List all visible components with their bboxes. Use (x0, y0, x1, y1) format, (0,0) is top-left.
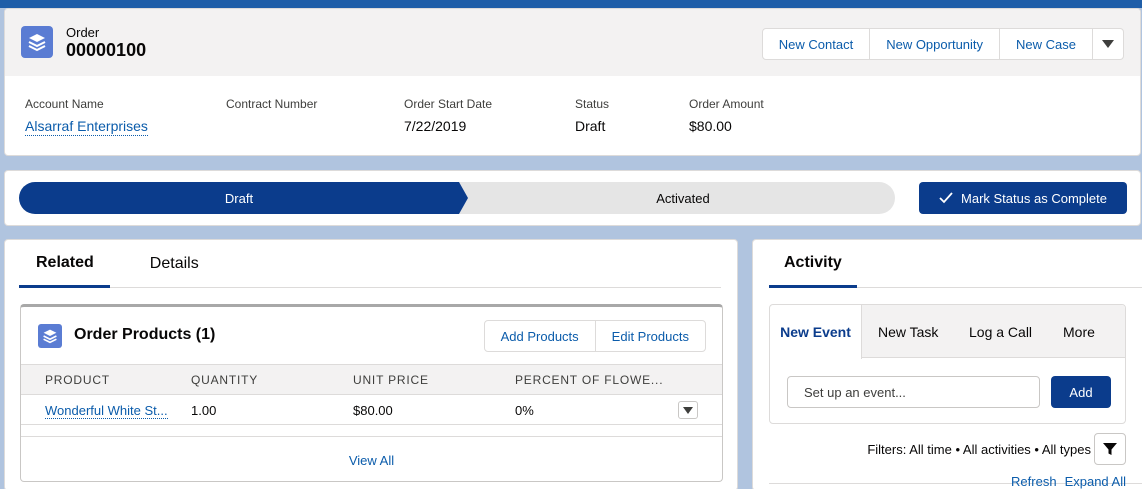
field-value: $80.00 (689, 118, 732, 134)
filter-icon (1103, 443, 1117, 455)
field-label: Order Start Date (404, 97, 493, 111)
record-title: 00000100 (66, 40, 147, 60)
add-event-button[interactable]: Add (1051, 376, 1111, 408)
field-contract-number: Contract Number (226, 97, 317, 118)
quantity-cell: 1.00 (191, 403, 217, 418)
account-name-link[interactable]: Alsarraf Enterprises (25, 118, 148, 136)
product-link[interactable]: Wonderful White St... (45, 403, 168, 419)
related-list-title[interactable]: Order Products (1) (74, 326, 215, 344)
activity-links: Refresh Expand All (1011, 474, 1126, 489)
column-header-product: Product (45, 373, 110, 387)
status-path: Draft Activated (19, 182, 895, 214)
order-object-icon (21, 26, 53, 58)
field-order-start-date: Order Start Date 7/22/2019 (404, 97, 492, 134)
order-products-icon (38, 324, 62, 348)
percent-cell: 0% (515, 403, 534, 418)
order-products-related-list: Order Products (1) Add Products Edit Pro… (20, 304, 723, 482)
table-row: Wonderful White St... 1.00 $80.00 0% (21, 395, 722, 425)
field-label: Status (575, 97, 610, 111)
column-header-percent: Percent of Flowe... (515, 373, 664, 387)
highlights-panel: Order 00000100 New Contact New Opportuni… (4, 8, 1141, 156)
tab-new-event[interactable]: New Event (770, 305, 862, 359)
activity-card: Activity New Event New Task Log a Call M… (752, 239, 1142, 489)
composer-tabs: New Event New Task Log a Call More (770, 305, 1125, 359)
field-value: Draft (575, 118, 606, 134)
refresh-link[interactable]: Refresh (1011, 474, 1057, 489)
field-label: Account Name (25, 97, 104, 111)
new-case-button[interactable]: New Case (999, 28, 1093, 60)
tab-new-task[interactable]: New Task (878, 305, 938, 358)
activity-composer: New Event New Task Log a Call More Set u… (769, 304, 1126, 424)
related-details-card: Related Details Order Products (1) Add P… (4, 239, 738, 489)
tab-more[interactable]: More (1063, 305, 1095, 358)
field-order-amount: Order Amount $80.00 (689, 97, 764, 134)
field-account-name: Account Name Alsarraf Enterprises (25, 97, 148, 136)
mark-status-label: Mark Status as Complete (961, 190, 1107, 206)
column-header-unit-price: Unit Price (353, 373, 429, 387)
tab-related[interactable]: Related (19, 240, 110, 288)
column-header-quantity: Quantity (191, 373, 259, 387)
field-value: 7/22/2019 (404, 118, 467, 134)
field-status: Status Draft (575, 97, 609, 134)
expand-all-link[interactable]: Expand All (1065, 474, 1126, 489)
record-tabs: Related Details (19, 240, 721, 288)
field-label: Order Amount (689, 97, 764, 111)
tab-activity[interactable]: Activity (769, 240, 857, 288)
new-opportunity-button[interactable]: New Opportunity (869, 28, 1001, 60)
edit-products-button[interactable]: Edit Products (594, 320, 706, 352)
filter-button[interactable] (1094, 433, 1126, 465)
view-all-link[interactable]: View All (21, 453, 722, 468)
chevron-down-icon (683, 406, 693, 414)
path-stage-activated[interactable]: Activated (459, 182, 895, 214)
chevron-down-icon (1102, 40, 1114, 48)
tab-log-a-call[interactable]: Log a Call (969, 305, 1032, 358)
row-actions-button[interactable] (678, 401, 698, 419)
tab-details[interactable]: Details (134, 240, 215, 288)
status-path-card: Draft Activated Mark Status as Complete (4, 170, 1141, 226)
path-stage-draft[interactable]: Draft (19, 182, 468, 214)
header-action-buttons: New Contact New Opportunity New Case (761, 28, 1124, 60)
record-header: Order 00000100 New Contact New Opportuni… (5, 9, 1140, 76)
unit-price-cell: $80.00 (353, 403, 393, 418)
activity-tabs: Activity (769, 240, 1142, 288)
table-footer-divider (21, 426, 722, 437)
event-input[interactable]: Set up an event... (787, 376, 1040, 408)
check-icon (939, 192, 953, 204)
more-actions-button[interactable] (1092, 28, 1124, 60)
table-header: Product Quantity Unit Price Percent of F… (21, 364, 722, 395)
add-products-button[interactable]: Add Products (483, 320, 596, 352)
related-list-buttons: Add Products Edit Products (483, 320, 706, 352)
new-contact-button[interactable]: New Contact (761, 28, 871, 60)
object-type-label: Order (66, 25, 100, 40)
mark-status-complete-button[interactable]: Mark Status as Complete (919, 182, 1127, 214)
activity-filters-text: Filters: All time • All activities • All… (867, 442, 1091, 457)
field-label: Contract Number (226, 97, 318, 111)
